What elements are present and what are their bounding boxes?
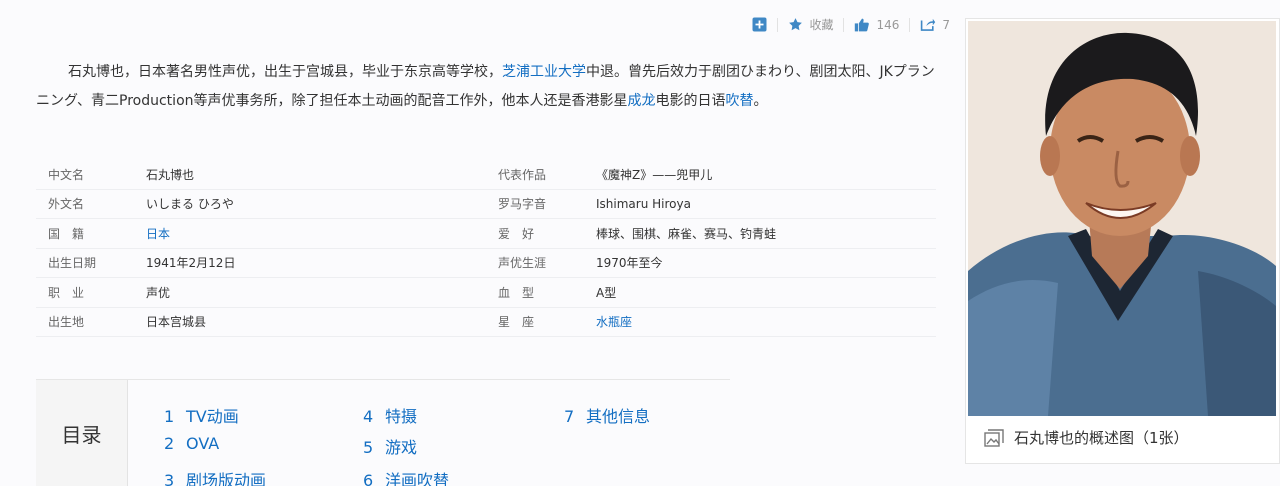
collect-button[interactable]: 收藏 xyxy=(788,16,833,33)
catalog-item-number: 1 xyxy=(164,407,175,426)
catalog-item[interactable]: 2 OVA xyxy=(164,434,219,453)
catalog-item-label: OVA xyxy=(186,434,220,453)
divider xyxy=(777,17,779,32)
info-row: 外文名 いしまる ひろや 罗马字音 Ishimaru Hiroya xyxy=(36,190,936,219)
add-icon xyxy=(752,17,767,32)
info-label: 职 业 xyxy=(48,285,85,300)
info-value: 声优 xyxy=(146,285,171,300)
link-school[interactable]: 芝浦工业大学 xyxy=(502,64,586,80)
info-value: 棒球、围棋、麻雀、赛马、钓青蛙 xyxy=(596,226,777,241)
info-row: 出生日期 1941年2月12日 声优生涯 1970年至今 xyxy=(36,249,936,278)
info-value: A型 xyxy=(596,285,617,300)
share-icon xyxy=(921,18,936,31)
catalog-item-label: 其他信息 xyxy=(586,407,651,426)
catalog-item-label: 特摄 xyxy=(385,407,418,426)
info-value: 日本宫城县 xyxy=(146,315,207,330)
info-value: 石丸博也 xyxy=(146,167,195,182)
catalog-item-label: TV动画 xyxy=(186,407,239,426)
info-row: 中文名 石丸博也 代表作品 《魔神Z》——兜甲儿 xyxy=(36,160,936,190)
portrait-illustration xyxy=(968,21,1276,416)
like-count: 146 xyxy=(876,17,900,32)
catalog-title: 目录 xyxy=(36,380,128,486)
catalog-item-number: 4 xyxy=(363,407,374,426)
catalog-item[interactable]: 4 特摄 xyxy=(363,403,417,427)
catalog-item-number: 6 xyxy=(363,471,374,486)
collect-label: 收藏 xyxy=(809,18,834,32)
link-dub[interactable]: 吹替 xyxy=(726,93,754,109)
summary-text: 石丸博也，日本著名男性声优，出生于宫城县，毕业于东京高等学校， xyxy=(68,64,502,80)
divider xyxy=(909,17,911,32)
album-icon xyxy=(984,428,1004,447)
catalog-item-number: 3 xyxy=(164,471,175,486)
catalog-item-label: 游戏 xyxy=(385,438,418,457)
share-button[interactable]: 7 xyxy=(920,17,950,32)
summary-text: 。 xyxy=(753,93,768,109)
info-label: 外文名 xyxy=(48,197,85,212)
info-label: 星 座 xyxy=(498,315,535,330)
catalog-item[interactable]: 7 其他信息 xyxy=(564,403,650,427)
catalog-item[interactable]: 3 剧场版动画 xyxy=(164,467,266,486)
info-row: 出生地 日本宫城县 星 座 水瓶座 xyxy=(36,308,936,337)
catalog-item-number: 5 xyxy=(363,438,374,457)
picture-caption-text: 石丸博也的概述图（1张） xyxy=(1014,429,1189,447)
info-label: 出生地 xyxy=(48,315,85,330)
portrait-photo[interactable] xyxy=(968,21,1276,416)
info-label: 爱 好 xyxy=(498,226,535,241)
summary-picture-card[interactable]: 石丸博也的概述图（1张） xyxy=(965,18,1280,464)
link-star[interactable]: 成龙 xyxy=(628,93,656,109)
basic-info-table: 中文名 石丸博也 代表作品 《魔神Z》——兜甲儿 外文名 いしまる ひろや 罗马… xyxy=(36,160,936,337)
catalog: 目录 1 TV动画 2 OVA 3 剧场版动画 4 特摄 5 游戏 6 洋画吹替 7 其他信息 xyxy=(36,379,730,486)
info-row: 职 业 声优 血 型 A型 xyxy=(36,278,936,308)
star-icon xyxy=(789,18,803,31)
info-row: 国 籍 日本 爱 好 棒球、围棋、麻雀、赛马、钓青蛙 xyxy=(36,219,936,249)
catalog-item[interactable]: 5 游戏 xyxy=(363,434,417,458)
info-value: 1970年至今 xyxy=(596,256,663,271)
add-button[interactable] xyxy=(752,17,767,32)
info-label: 血 型 xyxy=(498,285,535,300)
info-label: 出生日期 xyxy=(48,256,97,271)
catalog-item[interactable]: 6 洋画吹替 xyxy=(363,467,449,486)
catalog-item-number: 7 xyxy=(564,407,575,426)
info-value-link[interactable]: 日本 xyxy=(146,225,486,242)
info-value: いしまる ひろや xyxy=(146,197,234,212)
catalog-item-label: 洋画吹替 xyxy=(385,471,450,486)
catalog-item[interactable]: 1 TV动画 xyxy=(164,403,239,427)
catalog-item-number: 2 xyxy=(164,434,175,453)
picture-caption[interactable]: 石丸博也的概述图（1张） xyxy=(984,427,1189,448)
thumbs-up-icon xyxy=(855,18,870,31)
lemma-summary: 石丸博也，日本著名男性声优，出生于宫城县，毕业于东京高等学校，芝浦工业大学中退。… xyxy=(36,58,936,116)
share-count: 7 xyxy=(942,17,950,32)
info-value: Ishimaru Hiroya xyxy=(596,196,691,211)
info-value-link[interactable]: 水瓶座 xyxy=(596,313,936,330)
action-bar: 收藏 146 7 xyxy=(752,16,950,33)
divider xyxy=(843,17,845,32)
like-button[interactable]: 146 xyxy=(854,17,899,33)
summary-text: 电影的日语 xyxy=(655,93,726,109)
info-label: 中文名 xyxy=(48,167,85,182)
info-label: 罗马字音 xyxy=(498,197,547,212)
info-label: 国 籍 xyxy=(48,226,85,241)
info-label: 声优生涯 xyxy=(498,256,547,271)
info-value: 《魔神Z》——兜甲儿 xyxy=(596,167,713,182)
catalog-item-label: 剧场版动画 xyxy=(186,471,267,486)
info-value: 1941年2月12日 xyxy=(146,256,236,271)
info-label: 代表作品 xyxy=(498,167,547,182)
